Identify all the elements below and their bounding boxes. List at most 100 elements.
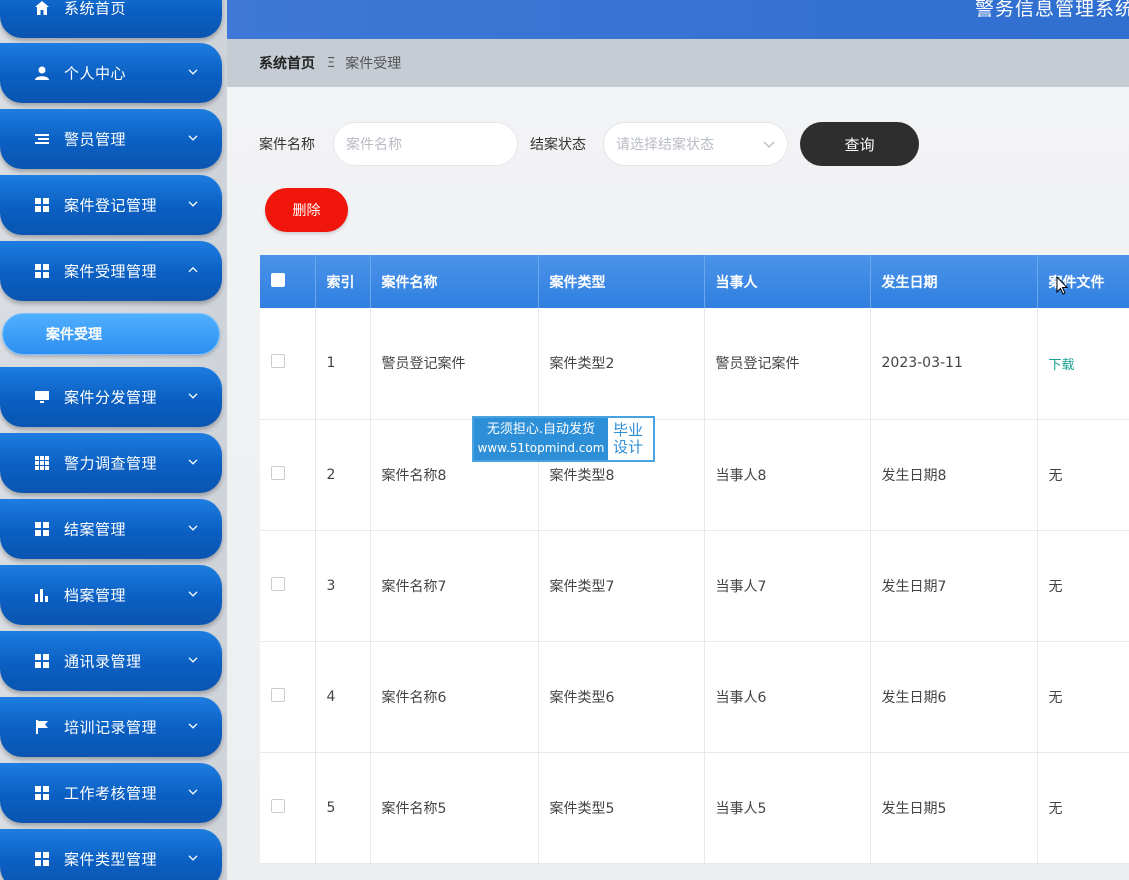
breadcrumb: 系统首页 Ξ 案件受理 [227, 39, 1129, 87]
row-checkbox[interactable] [271, 354, 285, 369]
grid-icon [34, 263, 50, 279]
sidebar-item-case-registration[interactable]: 案件登记管理 [0, 175, 222, 235]
breadcrumb-home[interactable]: 系统首页 [259, 53, 315, 73]
top-header: 警务信息管理系统 [227, 0, 1129, 39]
column-header-case-type: 案件类型 [538, 255, 705, 308]
chevron-down-icon [188, 657, 198, 663]
sidebar-item-label: 警员管理 [64, 130, 127, 149]
cell-file: 无 [1037, 530, 1129, 642]
bar-chart-icon [34, 587, 50, 603]
grid-icon [34, 653, 50, 669]
grid-icon [34, 851, 50, 867]
cell-case-name: 警员登记案件 [370, 308, 539, 420]
chevron-down-icon [188, 201, 198, 207]
chevron-down-icon [188, 723, 198, 729]
table-row[interactable]: 3 案件名称7 案件类型7 当事人7 发生日期7 无 [260, 530, 1129, 642]
cell-case-type: 案件类型5 [538, 752, 705, 864]
sidebar-item-label: 案件受理管理 [64, 262, 158, 281]
breadcrumb-current: 案件受理 [345, 56, 402, 72]
case-status-label: 结案状态 [530, 137, 586, 153]
sidebar-item-work-assessment[interactable]: 工作考核管理 [0, 763, 222, 823]
row-checkbox[interactable] [271, 798, 285, 813]
query-button[interactable]: 查询 [800, 122, 919, 166]
cell-case-type: 案件类型7 [538, 530, 705, 642]
table-row[interactable]: 4 案件名称6 案件类型6 当事人6 发生日期6 无 [260, 641, 1129, 753]
table-row[interactable]: 5 案件名称5 案件类型5 当事人5 发生日期5 无 [260, 752, 1129, 864]
cell-index: 3 [315, 530, 371, 642]
sidebar-item-label: 档案管理 [64, 586, 127, 605]
sidebar-item-label: 工作考核管理 [64, 784, 158, 803]
watermark-right: 毕业 设计 [608, 418, 653, 460]
case-status-select[interactable]: 请选择结案状态 [603, 122, 788, 166]
sidebar-item-label: 系统首页 [64, 0, 127, 18]
cell-file: 无 [1037, 641, 1129, 753]
sidebar-item-police-investigation[interactable]: 警力调查管理 [0, 433, 222, 493]
sidebar-item-training-records[interactable]: 培训记录管理 [0, 697, 222, 757]
row-checkbox[interactable] [271, 687, 285, 702]
chevron-down-icon [188, 69, 198, 75]
cell-index: 5 [315, 752, 371, 864]
cell-file: 无 [1037, 752, 1129, 864]
watermark-line1: 无须担心.自动发货 [486, 422, 596, 437]
chevron-down-icon [188, 393, 198, 399]
cell-date: 发生日期6 [870, 641, 1038, 753]
user-icon [34, 65, 50, 81]
column-header-date: 发生日期 [870, 255, 1038, 308]
sidebar-subitem-case-acceptance[interactable]: 案件受理 [2, 313, 220, 355]
sidebar-item-contacts[interactable]: 通讯录管理 [0, 631, 222, 691]
row-checkbox[interactable] [271, 465, 285, 480]
flag-icon [34, 719, 50, 735]
sidebar-item-case-distribution[interactable]: 案件分发管理 [0, 367, 222, 427]
case-name-label: 案件名称 [259, 137, 315, 153]
delete-button[interactable]: 删除 [265, 188, 348, 232]
cell-party: 警员登记案件 [704, 308, 871, 420]
table-row[interactable]: 2 案件名称8 案件类型8 当事人8 发生日期8 无 [260, 419, 1129, 531]
cell-file: 无 [1037, 419, 1129, 531]
chevron-down-icon [188, 135, 198, 141]
sidebar-item-label: 结案管理 [64, 520, 127, 539]
cell-index: 1 [315, 308, 371, 420]
case-status-placeholder: 请选择结案状态 [616, 137, 714, 153]
watermark-side1: 毕业 [613, 421, 644, 439]
sidebar-item-label: 警力调查管理 [64, 454, 158, 473]
column-header-party: 当事人 [704, 255, 871, 308]
sidebar-item-label: 个人中心 [64, 64, 127, 83]
cell-date: 发生日期7 [870, 530, 1038, 642]
home-icon [34, 0, 50, 16]
sidebar-item-home[interactable]: 系统首页 [0, 0, 222, 38]
chevron-down-icon [188, 789, 198, 795]
chevron-down-icon [763, 141, 775, 148]
table-row[interactable]: 1 警员登记案件 案件类型2 警员登记案件 2023-03-11 下载 [260, 308, 1129, 420]
sidebar-item-label: 培训记录管理 [64, 718, 158, 737]
watermark-side2: 设计 [613, 438, 644, 456]
select-all-checkbox[interactable] [271, 272, 285, 287]
sidebar-item-officer-management[interactable]: 警员管理 [0, 109, 222, 169]
cell-date: 发生日期5 [870, 752, 1038, 864]
sidebar-item-label: 案件类型管理 [64, 850, 158, 869]
grid-icon [34, 785, 50, 801]
main-content: 案件名称 案件名称 结案状态 请选择结案状态 查询 删除 索引 案件名称 案件类… [227, 87, 1129, 880]
monitor-icon [34, 389, 50, 405]
cell-case-type: 案件类型2 [538, 308, 705, 420]
sidebar-item-label: 案件分发管理 [64, 388, 158, 407]
sidebar-item-case-acceptance[interactable]: 案件受理管理 [0, 241, 222, 301]
system-title: 警务信息管理系统 [974, 0, 1129, 20]
cell-index: 2 [315, 419, 371, 531]
row-checkbox[interactable] [271, 576, 285, 591]
cell-party: 当事人6 [704, 641, 871, 753]
sidebar: 系统首页 个人中心 警员管理 案件登记管理 案件受理管理 案件受理 案件分发管理… [0, 0, 227, 880]
cell-case-type: 案件类型6 [538, 641, 705, 753]
case-name-input[interactable]: 案件名称 [333, 122, 518, 166]
sidebar-item-case-type[interactable]: 案件类型管理 [0, 829, 222, 880]
cell-party: 当事人7 [704, 530, 871, 642]
cell-party: 当事人5 [704, 752, 871, 864]
chevron-down-icon [188, 459, 198, 465]
sidebar-item-archive[interactable]: 档案管理 [0, 565, 222, 625]
sidebar-item-case-closing[interactable]: 结案管理 [0, 499, 222, 559]
download-link[interactable]: 下载 [1049, 358, 1075, 373]
sidebar-item-personal-center[interactable]: 个人中心 [0, 43, 222, 103]
chevron-down-icon [188, 525, 198, 531]
sidebar-item-label: 通讯录管理 [64, 652, 142, 671]
case-table: 索引 案件名称 案件类型 当事人 发生日期 案件文件 1 警员登记案件 案件类型… [260, 255, 1129, 880]
cell-date: 发生日期8 [870, 419, 1038, 531]
